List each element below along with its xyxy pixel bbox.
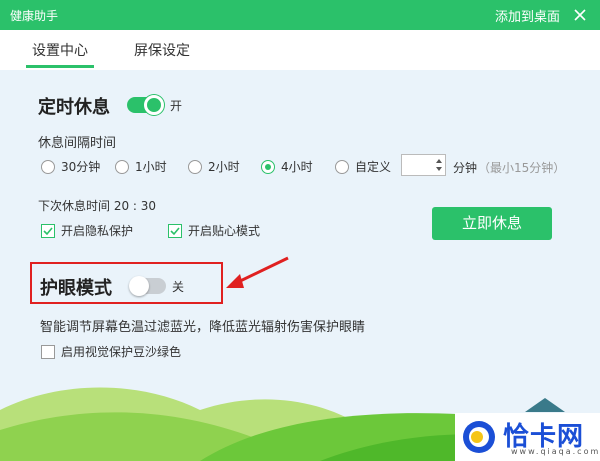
rest-now-button[interactable]: 立即休息 — [432, 207, 552, 240]
title-bar: 健康助手 添加到桌面 — [0, 0, 600, 30]
watermark-logo-icon — [463, 421, 495, 453]
spin-arrows-icon[interactable] — [435, 157, 443, 173]
radio-dot — [335, 159, 349, 174]
annotation-arrow-icon — [226, 256, 289, 288]
checkbox-label: 开启贴心模式 — [188, 224, 261, 238]
scheduled-rest-title: 定时休息 — [38, 97, 110, 118]
radio-4hour[interactable]: 4小时 — [261, 158, 313, 175]
checkbox-box — [41, 344, 55, 359]
add-to-desktop-link[interactable]: 添加到桌面 — [495, 6, 560, 25]
radio-label: 2小时 — [208, 160, 240, 174]
green-bean-color-checkbox[interactable]: 启用视觉保护豆沙绿色 — [41, 343, 181, 360]
eye-mode-title: 护眼模式 — [40, 278, 112, 299]
eye-mode-toggle[interactable] — [129, 276, 166, 296]
checkbox-label: 启用视觉保护豆沙绿色 — [61, 345, 182, 359]
radio-30min[interactable]: 30分钟 — [41, 158, 100, 175]
checkbox-box — [41, 223, 55, 238]
next-rest-time: 下次休息时间 20 : 30 — [38, 199, 157, 213]
radio-2hour[interactable]: 2小时 — [188, 158, 240, 175]
caring-mode-checkbox[interactable]: 开启贴心模式 — [168, 222, 260, 239]
radio-label: 1小时 — [135, 160, 167, 174]
privacy-protection-checkbox[interactable]: 开启隐私保护 — [41, 222, 133, 239]
eye-mode-state: 关 — [172, 280, 185, 294]
radio-custom[interactable]: 自定义 — [335, 158, 391, 175]
custom-minutes-spinbox[interactable] — [401, 154, 446, 176]
checkbox-box — [168, 223, 182, 238]
scheduled-rest-state: 开 — [170, 99, 183, 113]
minutes-unit: 分钟 — [453, 161, 478, 175]
settings-panel: 定时休息 开 休息间隔时间 30分钟 1小时 2小时 4小时 自定义 分钟 （最… — [0, 70, 600, 461]
check-icon — [43, 226, 53, 235]
eye-mode-description: 智能调节屏幕色温过滤蓝光，降低蓝光辐射伤害保护眼睛 — [40, 320, 366, 335]
radio-dot — [261, 159, 275, 174]
toggle-knob — [144, 95, 164, 115]
tab-screensaver-settings[interactable]: 屏保设定 — [134, 40, 190, 70]
radio-dot — [115, 159, 129, 174]
interval-label: 休息间隔时间 — [38, 136, 117, 151]
radio-1hour[interactable]: 1小时 — [115, 158, 167, 175]
minimum-hint: （最小15分钟） — [478, 161, 566, 175]
radio-label: 自定义 — [355, 160, 392, 174]
radio-dot — [188, 159, 202, 174]
radio-dot — [41, 159, 55, 174]
watermark-url: www.qiaqa.com — [511, 447, 600, 456]
radio-label: 30分钟 — [61, 160, 101, 174]
radio-label: 4小时 — [281, 160, 313, 174]
tab-settings-center[interactable]: 设置中心 — [26, 40, 94, 70]
scheduled-rest-toggle[interactable] — [127, 95, 164, 115]
checkbox-label: 开启隐私保护 — [61, 224, 134, 238]
site-watermark: 恰卡网 www.qiaqa.com — [455, 413, 600, 461]
check-icon — [170, 226, 180, 235]
window-title: 健康助手 — [10, 9, 59, 23]
toggle-knob — [129, 276, 149, 296]
tab-bar: 设置中心 屏保设定 — [0, 30, 600, 70]
close-icon[interactable] — [570, 5, 590, 25]
